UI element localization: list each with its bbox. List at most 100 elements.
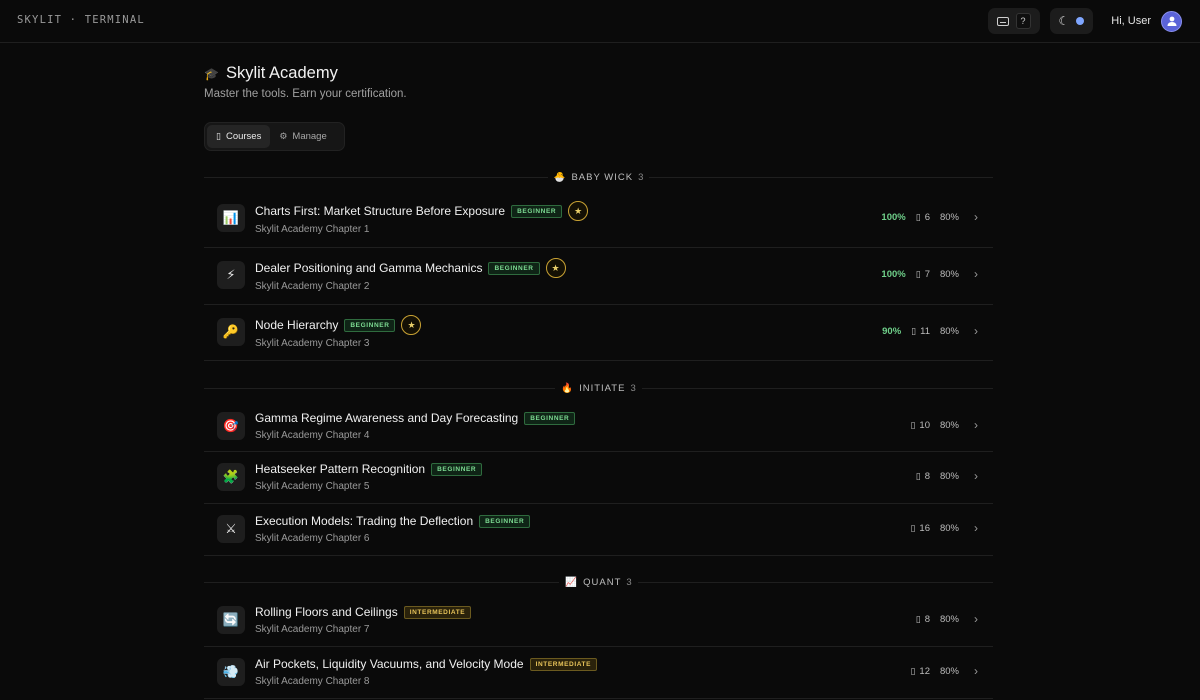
lesson-count: ▯ 8 xyxy=(916,614,930,625)
chevron-right-icon: › xyxy=(974,267,978,281)
section-label: 📈 QUANT 3 xyxy=(559,576,638,588)
book-icon: ▯ xyxy=(910,420,916,430)
course-title-wrap: Air Pockets, Liquidity Vacuums, and Velo… xyxy=(255,657,598,671)
lesson-count-value: 7 xyxy=(924,269,930,280)
crossed-swords-icon: ⚔ xyxy=(217,515,245,543)
course-row[interactable]: 📊 Charts First: Market Structure Before … xyxy=(204,190,993,248)
course-stats: ▯ 8 80% xyxy=(916,471,959,482)
course-subtitle: Skylit Academy Chapter 1 xyxy=(255,224,370,235)
tab-label: Courses xyxy=(225,131,262,142)
course-subtitle: Skylit Academy Chapter 6 xyxy=(255,533,370,544)
course-title-wrap: Node Hierarchy BEGINNER ★ xyxy=(255,315,422,335)
section-emoji-icon: 📈 xyxy=(565,576,579,588)
book-icon: ▯ xyxy=(216,131,221,141)
pass-threshold: 80% xyxy=(939,212,959,223)
star-medal-icon: ★ xyxy=(545,258,566,278)
lesson-count: ▯ 7 xyxy=(916,269,930,280)
section-label: 🔥 INITIATE 3 xyxy=(555,382,642,394)
course-title: Rolling Floors and Ceilings xyxy=(255,605,398,619)
book-icon: ▯ xyxy=(915,269,921,279)
course-row[interactable]: ⚡ Dealer Positioning and Gamma Mechanics… xyxy=(204,248,993,305)
course-subtitle: Skylit Academy Chapter 8 xyxy=(255,676,370,687)
lesson-count-value: 16 xyxy=(919,523,930,534)
top-right-controls: ? ☾ Hi, User xyxy=(987,8,1182,34)
lesson-count: ▯ 11 xyxy=(911,326,930,337)
section-title: BABY WICK xyxy=(571,171,634,183)
course-stats: 100% ▯ 6 80% xyxy=(881,212,959,223)
course-subtitle: Skylit Academy Chapter 7 xyxy=(255,624,370,635)
pass-threshold: 80% xyxy=(939,269,959,280)
tab-manage[interactable]: ⚙ Manage xyxy=(270,125,335,148)
course-stats: 100% ▯ 7 80% xyxy=(881,269,959,280)
brand-logo: SKYLIT · TERMINAL xyxy=(17,14,145,26)
section-count: 3 xyxy=(630,382,636,394)
course-title-wrap: Execution Models: Trading the Deflection… xyxy=(255,514,531,528)
section-title: QUANT xyxy=(583,576,622,588)
course-row[interactable]: 🔄 Rolling Floors and Ceilings INTERMEDIA… xyxy=(204,595,993,647)
top-bar: SKYLIT · TERMINAL ? ☾ Hi, User xyxy=(0,0,1200,43)
pass-threshold: 80% xyxy=(939,420,959,431)
course-title: Execution Models: Trading the Deflection xyxy=(255,514,474,528)
key-icon: 🔑 xyxy=(217,318,245,346)
section-count: 3 xyxy=(626,576,632,588)
star-medal-icon: ★ xyxy=(401,315,422,335)
pass-threshold: 80% xyxy=(939,326,959,337)
lightning-icon: ⚡ xyxy=(217,261,245,289)
course-subtitle: Skylit Academy Chapter 4 xyxy=(255,430,370,441)
help-key[interactable]: ? xyxy=(1015,13,1031,29)
lesson-count: ▯ 10 xyxy=(910,420,930,431)
pass-threshold: 80% xyxy=(939,471,959,482)
book-icon: ▯ xyxy=(915,212,921,222)
progress-percent: 100% xyxy=(881,269,906,280)
chart-icon: 📊 xyxy=(217,204,245,232)
course-stats: ▯ 10 80% xyxy=(910,420,959,431)
course-title-wrap: Heatseeker Pattern Recognition BEGINNER xyxy=(255,462,483,476)
page-header: 🎓 Skylit Academy xyxy=(204,64,338,83)
lesson-count-value: 8 xyxy=(924,471,930,482)
book-icon: ▯ xyxy=(911,326,917,336)
moon-icon: ☾ xyxy=(1058,14,1070,28)
course-row[interactable]: ⚔ Execution Models: Trading the Deflecti… xyxy=(204,504,993,556)
book-icon: ▯ xyxy=(910,523,916,533)
course-title-wrap: Gamma Regime Awareness and Day Forecasti… xyxy=(255,411,576,425)
section-title: INITIATE xyxy=(579,382,626,394)
book-icon: ▯ xyxy=(910,666,916,676)
course-row[interactable]: 💨 Air Pockets, Liquidity Vacuums, and Ve… xyxy=(204,647,993,699)
gear-icon: ⚙ xyxy=(279,131,288,141)
course-row[interactable]: 🔑 Node Hierarchy BEGINNER ★ Skylit Acade… xyxy=(204,305,993,361)
chevron-right-icon: › xyxy=(974,612,978,626)
course-stats: 90% ▯ 11 80% xyxy=(882,326,959,337)
section-count: 3 xyxy=(638,171,644,183)
course-stats: ▯ 8 80% xyxy=(916,614,959,625)
lesson-count: ▯ 6 xyxy=(916,212,930,223)
avatar[interactable] xyxy=(1161,10,1182,32)
keyboard-icon xyxy=(996,16,1009,26)
tab-bar: ▯ Courses ⚙ Manage xyxy=(204,122,345,151)
section-emoji-icon: 🐣 xyxy=(553,171,567,183)
book-icon: ▯ xyxy=(915,471,921,481)
level-badge: BEGINNER xyxy=(511,204,563,218)
target-icon: 🎯 xyxy=(217,412,245,440)
chevron-right-icon: › xyxy=(974,418,978,432)
course-title-wrap: Rolling Floors and Ceilings INTERMEDIATE xyxy=(255,605,472,619)
progress-percent: 90% xyxy=(882,326,902,337)
course-stats: ▯ 12 80% xyxy=(910,666,959,677)
tab-courses[interactable]: ▯ Courses xyxy=(207,125,271,148)
shortcuts-button[interactable]: ? xyxy=(987,8,1040,34)
chevron-right-icon: › xyxy=(974,210,978,224)
lesson-count: ▯ 12 xyxy=(910,666,930,677)
refresh-icon: 🔄 xyxy=(217,606,245,634)
level-badge: BEGINNER xyxy=(488,261,540,275)
course-title: Air Pockets, Liquidity Vacuums, and Velo… xyxy=(255,657,524,671)
lesson-count-value: 12 xyxy=(919,666,930,677)
chevron-right-icon: › xyxy=(974,521,978,535)
theme-toggle[interactable]: ☾ xyxy=(1049,8,1094,34)
graduation-cap-icon: 🎓 xyxy=(204,66,219,81)
pass-threshold: 80% xyxy=(939,666,959,677)
course-row[interactable]: 🎯 Gamma Regime Awareness and Day Forecas… xyxy=(204,401,993,452)
lesson-count-value: 10 xyxy=(919,420,930,431)
course-title: Charts First: Market Structure Before Ex… xyxy=(255,204,506,218)
course-row[interactable]: 🧩 Heatseeker Pattern Recognition BEGINNE… xyxy=(204,452,993,504)
pass-threshold: 80% xyxy=(939,614,959,625)
level-badge: BEGINNER xyxy=(344,318,396,332)
